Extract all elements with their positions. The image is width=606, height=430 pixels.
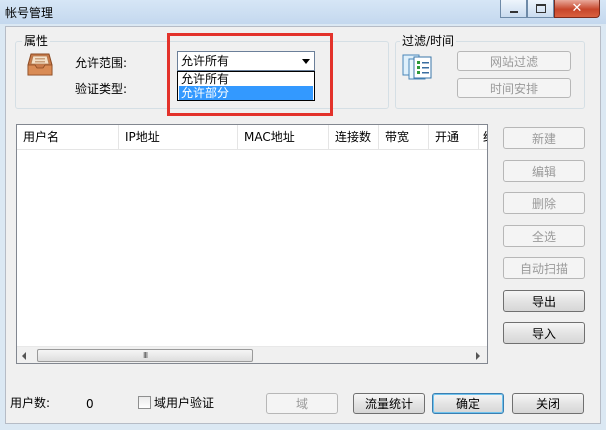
domain-verify-checkbox[interactable]	[138, 396, 151, 409]
auto-scan-button[interactable]: 自动扫描	[503, 257, 585, 279]
title-bar: 帐号管理 ✕	[0, 0, 606, 24]
edit-button[interactable]: 编辑	[503, 160, 585, 182]
highlight-box	[167, 33, 333, 116]
close-button[interactable]: 关闭	[512, 393, 584, 414]
scroll-grip: III	[143, 351, 148, 360]
properties-group-label: 属性	[22, 34, 51, 48]
column-header-end[interactable]: 结	[479, 125, 487, 150]
maximize-icon	[535, 4, 546, 13]
domain-button[interactable]: 域	[266, 393, 338, 414]
user-count-label: 用户数:	[10, 396, 51, 410]
column-header-ip[interactable]: IP地址	[119, 125, 238, 150]
window-title: 帐号管理	[5, 6, 54, 20]
horizontal-scrollbar[interactable]: III	[17, 346, 487, 363]
allow-range-label: 允许范围:	[75, 56, 128, 70]
filter-list-icon	[402, 52, 432, 80]
close-window-button[interactable]: ✕	[554, 0, 600, 18]
domain-verify-label[interactable]: 域用户验证	[154, 396, 214, 410]
scroll-thumb[interactable]: III	[37, 349, 253, 362]
column-header-bandwidth[interactable]: 带宽	[379, 125, 429, 150]
select-all-button[interactable]: 全选	[503, 225, 585, 247]
delete-button[interactable]: 删除	[503, 192, 585, 214]
minimize-button[interactable]	[500, 0, 527, 18]
column-header-mac[interactable]: MAC地址	[238, 125, 329, 150]
user-list-header: 用户名 IP地址 MAC地址 连接数 带宽 开通 结	[17, 125, 487, 150]
filter-time-group-label: 过滤/时间	[400, 34, 457, 48]
schedule-button[interactable]: 时间安排	[457, 78, 571, 98]
column-header-username[interactable]: 用户名	[17, 125, 119, 150]
website-filter-button[interactable]: 网站过滤	[457, 51, 571, 71]
import-button[interactable]: 导入	[503, 322, 585, 344]
user-count-value: 0	[86, 397, 94, 411]
close-icon: ✕	[571, 1, 583, 16]
minimize-icon	[509, 10, 518, 13]
verify-type-label: 验证类型:	[75, 82, 128, 96]
new-button[interactable]: 新建	[503, 127, 585, 149]
scroll-right-icon[interactable]	[476, 352, 480, 360]
user-list[interactable]: 用户名 IP地址 MAC地址 连接数 带宽 开通 结 III	[16, 124, 488, 364]
maximize-button[interactable]	[527, 0, 554, 18]
export-button[interactable]: 导出	[503, 290, 585, 312]
scroll-left-icon[interactable]	[22, 352, 26, 360]
column-header-connections[interactable]: 连接数	[329, 125, 379, 150]
ok-button[interactable]: 确定	[432, 393, 504, 414]
inbox-icon	[26, 52, 54, 78]
traffic-stats-button[interactable]: 流量统计	[353, 393, 425, 414]
column-header-enabled[interactable]: 开通	[429, 125, 479, 150]
